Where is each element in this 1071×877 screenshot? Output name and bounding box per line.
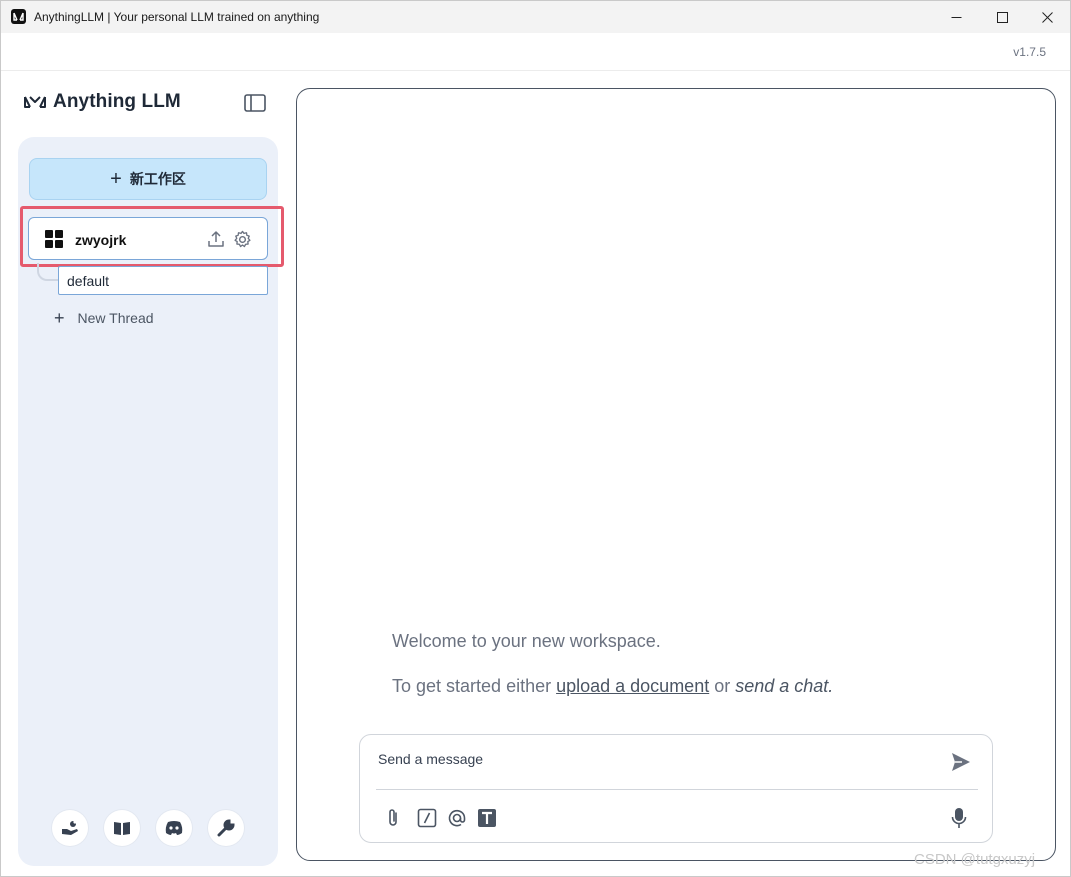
text-format-icon[interactable]: [476, 807, 498, 829]
new-workspace-label: 新工作区: [129, 171, 186, 187]
plus-icon: +: [54, 308, 65, 328]
thread-connector: [37, 263, 59, 281]
slash-command-icon[interactable]: [416, 807, 438, 829]
microphone-icon[interactable]: [948, 807, 970, 829]
community-hub-icon[interactable]: [52, 810, 88, 846]
version-bar: v1.7.5: [1, 33, 1070, 71]
new-workspace-button[interactable]: + 新工作区: [29, 158, 267, 200]
settings-wrench-icon[interactable]: [208, 810, 244, 846]
watermark: CSDN @tutgxuzyj: [914, 851, 1036, 868]
getting-started-message: To get started either upload a document …: [392, 676, 833, 697]
title-bar: AnythingLLM | Your personal LLM trained …: [1, 1, 1070, 33]
composer-divider: [376, 789, 978, 790]
app-logo-icon: [11, 9, 26, 24]
getstarted-middle: or: [709, 676, 736, 696]
sidebar: + 新工作区 zwyojrk default + New Thread: [18, 137, 284, 866]
app-window: AnythingLLM | Your personal LLM trained …: [0, 0, 1071, 877]
message-input[interactable]: [378, 749, 938, 769]
attachment-icon[interactable]: [382, 807, 404, 829]
window-title: AnythingLLM | Your personal LLM trained …: [34, 10, 320, 24]
docs-book-icon[interactable]: [104, 810, 140, 846]
version-label: v1.7.5: [1013, 45, 1046, 59]
minimize-button[interactable]: [933, 1, 979, 33]
getstarted-prefix: To get started either: [392, 676, 557, 696]
highlight-annotation: [20, 206, 284, 267]
sidebar-footer: [52, 810, 252, 846]
send-icon[interactable]: [950, 751, 972, 773]
thread-item-default[interactable]: default: [58, 266, 268, 295]
brand-header: Anything LLM: [23, 91, 181, 113]
new-thread-button[interactable]: + New Thread: [54, 308, 154, 328]
thread-label: default: [67, 273, 110, 289]
sidebar-toggle-icon[interactable]: [244, 94, 266, 112]
plus-icon: +: [110, 168, 122, 190]
message-composer: [359, 734, 993, 843]
chat-panel: Welcome to your new workspace. To get st…: [296, 88, 1056, 861]
maximize-button[interactable]: [979, 1, 1025, 33]
at-mention-icon[interactable]: [446, 807, 468, 829]
close-button[interactable]: [1024, 1, 1070, 33]
upload-document-link[interactable]: upload a document: [556, 676, 709, 696]
brand-name: Anything LLM: [53, 91, 181, 112]
send-chat-text: send a chat.: [735, 676, 834, 696]
discord-icon[interactable]: [156, 810, 192, 846]
anythingllm-logo-icon: [24, 96, 46, 108]
welcome-message: Welcome to your new workspace.: [392, 631, 661, 651]
new-thread-label: New Thread: [77, 310, 154, 326]
